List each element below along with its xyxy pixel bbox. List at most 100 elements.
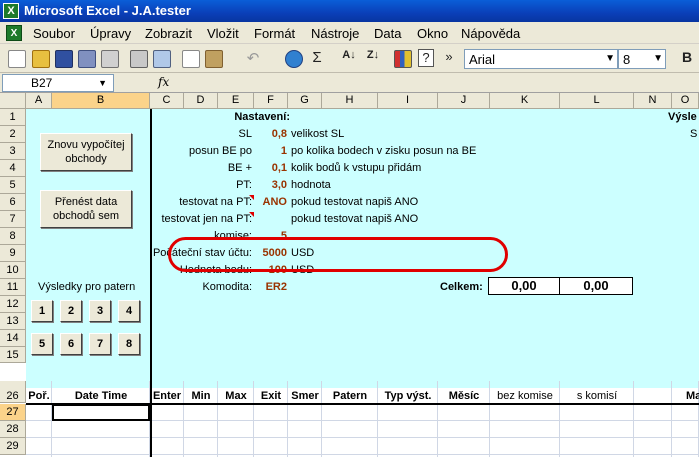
- column-header-h[interactable]: H: [322, 93, 378, 109]
- column-header-e[interactable]: E: [218, 93, 254, 109]
- row-header-15[interactable]: 15: [0, 347, 26, 363]
- param-value-pt[interactable]: 3,0: [254, 177, 287, 194]
- active-cell-b27[interactable]: [52, 404, 150, 421]
- copy-icon[interactable]: [182, 50, 200, 68]
- workbook-icon[interactable]: X: [6, 25, 22, 41]
- param-value-testovat-jen-na-pt[interactable]: [254, 211, 287, 228]
- row-header-11[interactable]: 11: [0, 279, 26, 296]
- menu-data[interactable]: Data: [374, 26, 401, 41]
- total-without-commission[interactable]: 0,00: [488, 277, 560, 295]
- row-header-28[interactable]: 28: [0, 421, 26, 438]
- window-title: Microsoft Excel - J.A.tester: [24, 3, 191, 18]
- save-icon[interactable]: [55, 50, 73, 68]
- row-header-5[interactable]: 5: [0, 177, 26, 194]
- menu-zobrazit[interactable]: Zobrazit: [145, 26, 192, 41]
- menu-okno[interactable]: Okno: [417, 26, 448, 41]
- column-header-o[interactable]: O: [672, 93, 699, 109]
- column-header-j[interactable]: J: [438, 93, 490, 109]
- column-header-l[interactable]: L: [560, 93, 634, 109]
- row-header-4[interactable]: 4: [0, 160, 26, 177]
- column-header-a[interactable]: A: [26, 93, 52, 109]
- pattern-6-button[interactable]: 6: [60, 333, 82, 355]
- menu-format[interactable]: Formát: [254, 26, 295, 41]
- comment-indicator-icon[interactable]: [249, 212, 254, 217]
- column-header-f[interactable]: F: [254, 93, 288, 109]
- row-header-29[interactable]: 29: [0, 438, 26, 455]
- column-header-b[interactable]: B: [52, 93, 150, 109]
- column-title-1: Poř.: [28, 390, 50, 402]
- autosum-icon[interactable]: Σ: [308, 49, 326, 66]
- hyperlink-icon[interactable]: [285, 50, 303, 68]
- sort-descending-icon[interactable]: Z↓: [364, 49, 382, 61]
- menu-upravy[interactable]: Úpravy: [90, 26, 131, 41]
- comment-indicator-icon[interactable]: [249, 195, 254, 200]
- pattern-4-button[interactable]: 4: [118, 300, 140, 322]
- menu-soubor[interactable]: Soubor: [33, 26, 75, 41]
- print-preview-icon[interactable]: [101, 50, 119, 68]
- transfer-trades-button[interactable]: Přenést data obchodů sem: [40, 190, 132, 228]
- recalculate-trades-button[interactable]: Znovu vypočítej obchody: [40, 133, 132, 171]
- pattern-5-button[interactable]: 5: [31, 333, 53, 355]
- font-size-select[interactable]: 8 ▼: [618, 49, 666, 69]
- select-all-corner[interactable]: [0, 93, 26, 109]
- toolbar-options-icon[interactable]: »: [440, 49, 458, 64]
- param-value-sl[interactable]: 0,8: [254, 126, 287, 143]
- param-value-testovat-na-pt[interactable]: ANO: [254, 194, 287, 211]
- bold-icon[interactable]: B: [678, 49, 696, 65]
- total-with-commission[interactable]: 0,00: [559, 277, 633, 295]
- row-header-2[interactable]: 2: [0, 126, 26, 143]
- name-box[interactable]: B27 ▼: [2, 74, 114, 92]
- spelling-icon[interactable]: [153, 50, 171, 68]
- row-header-13[interactable]: 13: [0, 313, 26, 330]
- row-header-26[interactable]: 26: [0, 381, 26, 403]
- row-header-7[interactable]: 7: [0, 211, 26, 228]
- column-title-6: Exit: [260, 390, 282, 402]
- row-header-8[interactable]: 8: [0, 228, 26, 245]
- permission-icon[interactable]: [78, 50, 96, 68]
- new-icon[interactable]: [8, 50, 26, 68]
- open-icon[interactable]: [32, 50, 50, 68]
- name-box-value: B27: [31, 76, 53, 90]
- param-value-posun-be[interactable]: 1: [254, 143, 287, 160]
- print-icon[interactable]: [130, 50, 148, 68]
- formula-bar: B27 ▼ fx: [0, 73, 699, 93]
- fx-icon[interactable]: fx: [158, 75, 169, 89]
- column-title-2: Date Time: [74, 390, 128, 402]
- menu-nastroje[interactable]: Nástroje: [311, 26, 359, 41]
- row-header-6[interactable]: 6: [0, 194, 26, 211]
- param-value-be-plus[interactable]: 0,1: [254, 160, 287, 177]
- column-header-n[interactable]: N: [634, 93, 672, 109]
- menu-vlozit[interactable]: Vložit: [207, 26, 239, 41]
- pattern-1-button[interactable]: 1: [31, 300, 53, 322]
- row-header-10[interactable]: 10: [0, 262, 26, 279]
- worksheet-grid[interactable]: ABCDEFGHIJKLNO 1 2 3 4 5 6 7 8 9 10 11 12 13 14 15 26 27…: [0, 93, 699, 457]
- param-label-testovat-jen-na-pt: testovat jen na PT:: [161, 213, 253, 225]
- chart-wizard-icon[interactable]: [394, 50, 412, 68]
- column-header-d[interactable]: D: [184, 93, 218, 109]
- font-name-value: Arial: [469, 52, 496, 67]
- column-header-g[interactable]: G: [288, 93, 322, 109]
- row-header-12[interactable]: 12: [0, 296, 26, 313]
- undo-icon[interactable]: ↶: [244, 49, 262, 67]
- column-title-10: Měsíc: [448, 390, 480, 402]
- pattern-3-button[interactable]: 3: [89, 300, 111, 322]
- sort-ascending-icon[interactable]: A↓: [340, 49, 358, 61]
- row-header-27[interactable]: 27: [0, 404, 26, 421]
- pattern-7-button[interactable]: 7: [89, 333, 111, 355]
- pattern-8-button[interactable]: 8: [118, 333, 140, 355]
- column-header-k[interactable]: K: [490, 93, 560, 109]
- menu-napoveda[interactable]: Nápověda: [461, 26, 520, 41]
- row-header-3[interactable]: 3: [0, 143, 26, 160]
- param-note-posun-be: po kolika bodech v zisku posun na BE: [291, 145, 477, 157]
- row-header-14[interactable]: 14: [0, 330, 26, 347]
- column-header-c[interactable]: C: [150, 93, 184, 109]
- help-icon[interactable]: ?: [418, 49, 434, 67]
- row-header-1[interactable]: 1: [0, 109, 26, 126]
- column-title-4: Min: [191, 390, 211, 402]
- column-header-i[interactable]: I: [378, 93, 438, 109]
- pattern-2-button[interactable]: 2: [60, 300, 82, 322]
- font-name-select[interactable]: Arial ▼: [464, 49, 618, 69]
- paste-icon[interactable]: [205, 50, 223, 68]
- param-value-komodita[interactable]: ER2: [254, 279, 287, 296]
- row-header-9[interactable]: 9: [0, 245, 26, 262]
